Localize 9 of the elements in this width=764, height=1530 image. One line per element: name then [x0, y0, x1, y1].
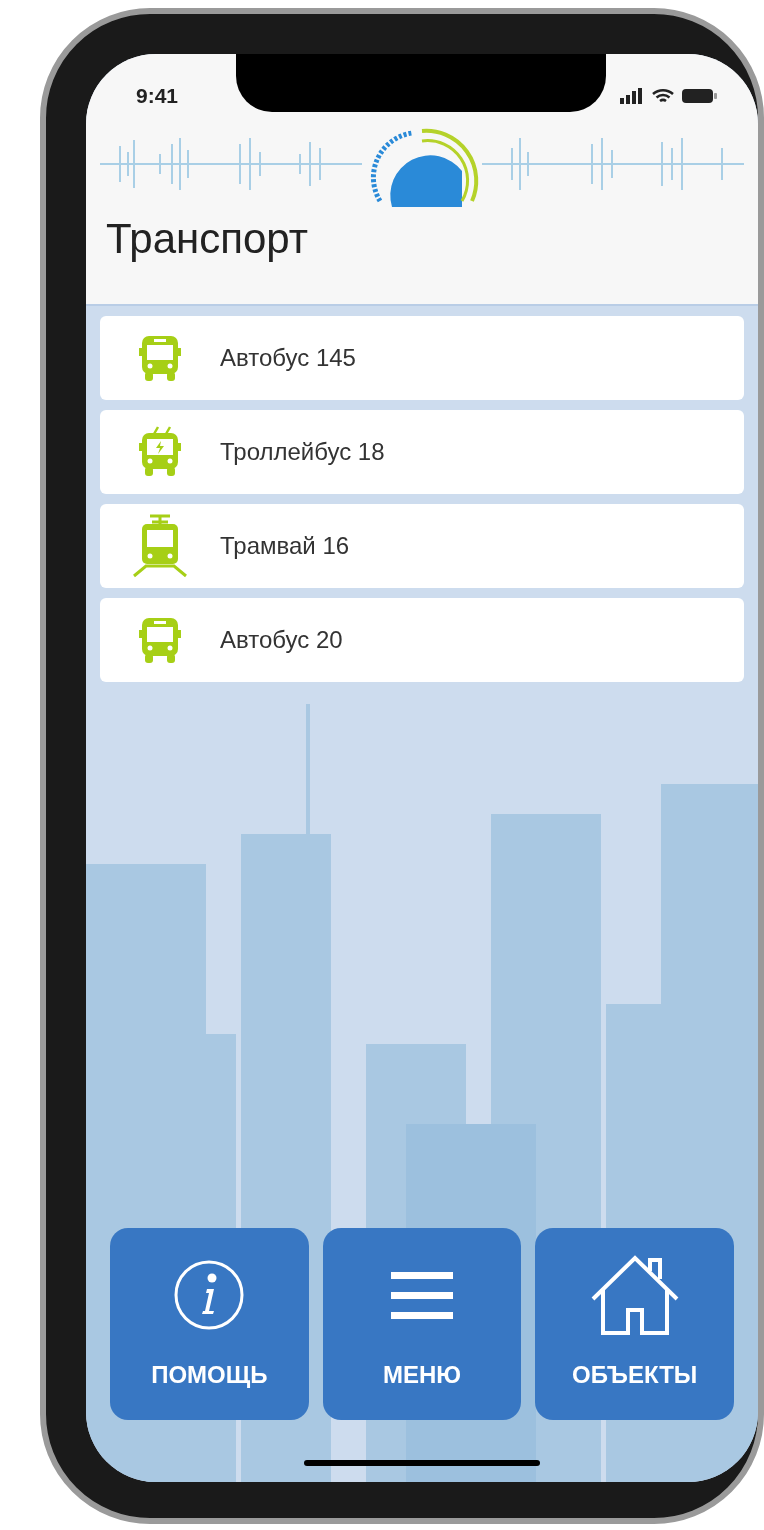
route-list-item[interactable]: Трамвай 16: [100, 504, 744, 588]
route-list-item[interactable]: Автобус 20: [100, 598, 744, 682]
page-title: Транспорт: [105, 218, 309, 260]
route-list-item[interactable]: Автобус 145: [100, 316, 744, 400]
status-time: 9:41: [136, 83, 179, 110]
nav-button[interactable]: ОБЪЕКТЫ: [535, 1228, 734, 1420]
nav-button[interactable]: МЕНЮ: [322, 1228, 522, 1420]
nav-button[interactable]: ПОМОЩЬ: [110, 1228, 309, 1420]
route-list-item[interactable]: Троллейбус 18: [100, 410, 744, 494]
